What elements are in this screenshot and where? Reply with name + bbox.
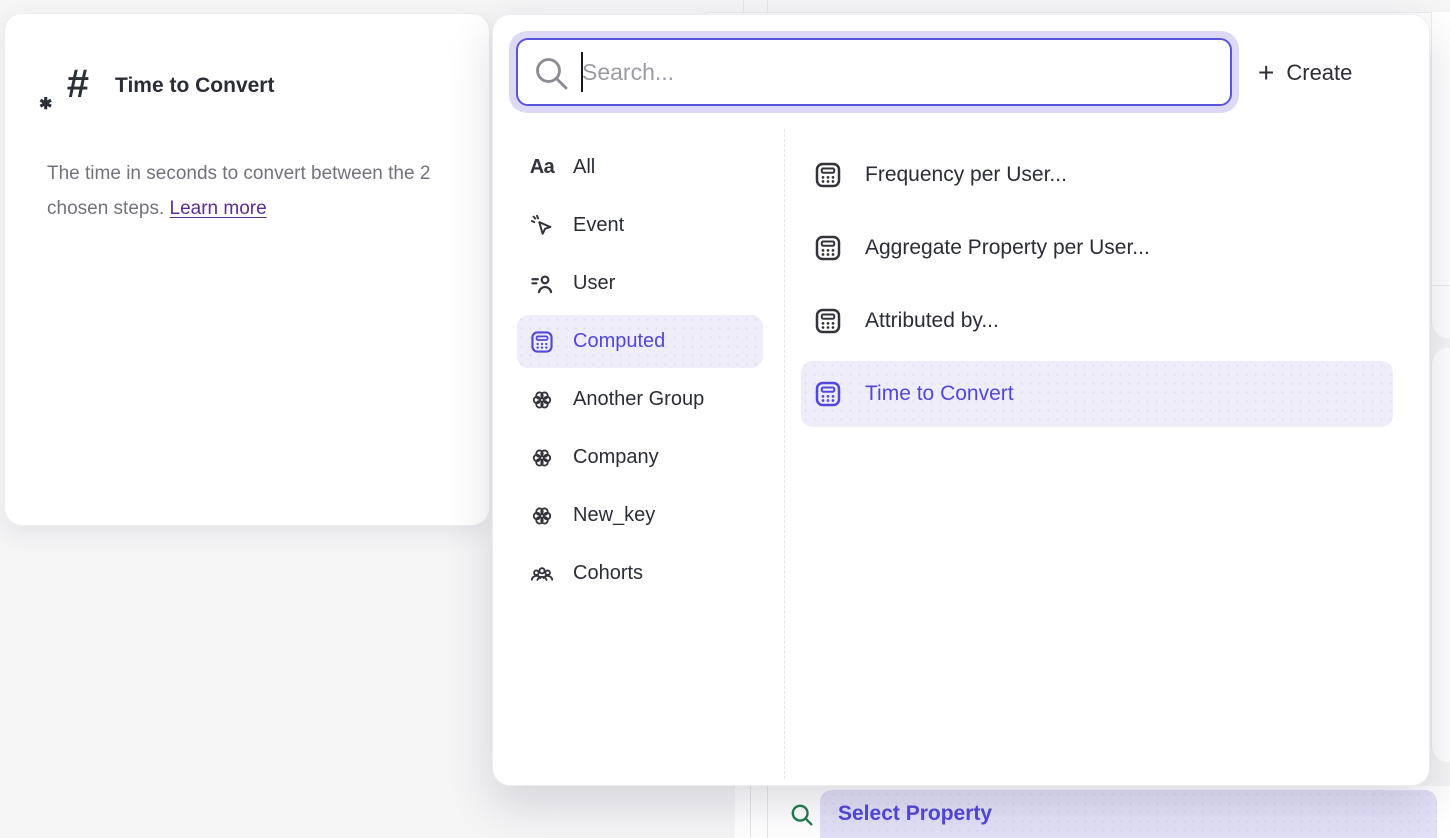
- cohorts-icon: [529, 561, 555, 587]
- group-icon: [529, 445, 555, 471]
- category-label: Cohorts: [573, 562, 643, 585]
- category-company[interactable]: Company: [517, 431, 763, 484]
- category-label: New_key: [573, 504, 655, 527]
- create-button[interactable]: + Create: [1258, 55, 1352, 91]
- background-divider: [1432, 285, 1450, 286]
- group-icon: [529, 503, 555, 529]
- property-tooltip-card: # ✱ Time to Convert The time in seconds …: [4, 13, 490, 526]
- calculator-icon: [813, 306, 843, 336]
- category-label: Company: [573, 446, 659, 469]
- property-picker-dropdown: + Create Aa All Event: [492, 14, 1430, 786]
- search-input[interactable]: [516, 38, 1232, 106]
- result-label: Frequency per User...: [865, 163, 1067, 187]
- calculator-icon: [813, 233, 843, 263]
- background-card-edge: [743, 0, 744, 12]
- result-frequency-per-user[interactable]: Frequency per User...: [801, 142, 1393, 208]
- text-caret: [581, 52, 583, 92]
- results-list: Frequency per User... Aggregate Property…: [801, 142, 1393, 427]
- result-time-to-convert[interactable]: Time to Convert: [801, 361, 1393, 427]
- background-card-right-top: [1431, 12, 1450, 338]
- category-new-key[interactable]: New_key: [517, 489, 763, 542]
- result-label: Attributed by...: [865, 309, 999, 333]
- category-cohorts[interactable]: Cohorts: [517, 547, 763, 600]
- pane-divider: [784, 129, 785, 779]
- tooltip-title: Time to Convert: [115, 74, 274, 98]
- tooltip-description: The time in seconds to convert between t…: [47, 156, 447, 226]
- background-card-edge: [767, 786, 768, 838]
- search-focus-ring: [509, 31, 1239, 113]
- calculator-icon: [813, 160, 843, 190]
- category-label: User: [573, 272, 615, 295]
- category-user[interactable]: User: [517, 257, 763, 310]
- result-attributed-by[interactable]: Attributed by...: [801, 288, 1393, 354]
- category-label: All: [573, 156, 595, 179]
- category-computed[interactable]: Computed: [517, 315, 763, 368]
- learn-more-link[interactable]: Learn more: [170, 198, 267, 219]
- result-label: Time to Convert: [865, 382, 1014, 406]
- calculator-icon: [813, 379, 843, 409]
- background-card-right-bottom: [1431, 348, 1450, 762]
- select-property-label: Select Property: [838, 802, 992, 826]
- event-cursor-icon: [529, 213, 555, 239]
- category-label: Another Group: [573, 388, 704, 411]
- user-icon: [529, 271, 555, 297]
- text-format-icon: Aa: [529, 155, 555, 181]
- property-search-icon: [789, 802, 815, 828]
- calculator-icon: [529, 329, 555, 355]
- background-card-edge: [750, 786, 751, 838]
- result-aggregate-property-per-user[interactable]: Aggregate Property per User...: [801, 215, 1393, 281]
- category-list: Aa All Event User: [509, 141, 771, 600]
- category-label: Event: [573, 214, 624, 237]
- background-card-edge: [767, 0, 768, 12]
- category-another-group[interactable]: Another Group: [517, 373, 763, 426]
- select-property-field[interactable]: Select Property: [820, 790, 1437, 838]
- result-label: Aggregate Property per User...: [865, 236, 1150, 260]
- category-label: Computed: [573, 330, 665, 353]
- plus-icon: +: [1258, 58, 1274, 88]
- category-event[interactable]: Event: [517, 199, 763, 252]
- numeric-property-icon: # ✱: [41, 60, 89, 112]
- category-all[interactable]: Aa All: [517, 141, 763, 194]
- group-icon: [529, 387, 555, 413]
